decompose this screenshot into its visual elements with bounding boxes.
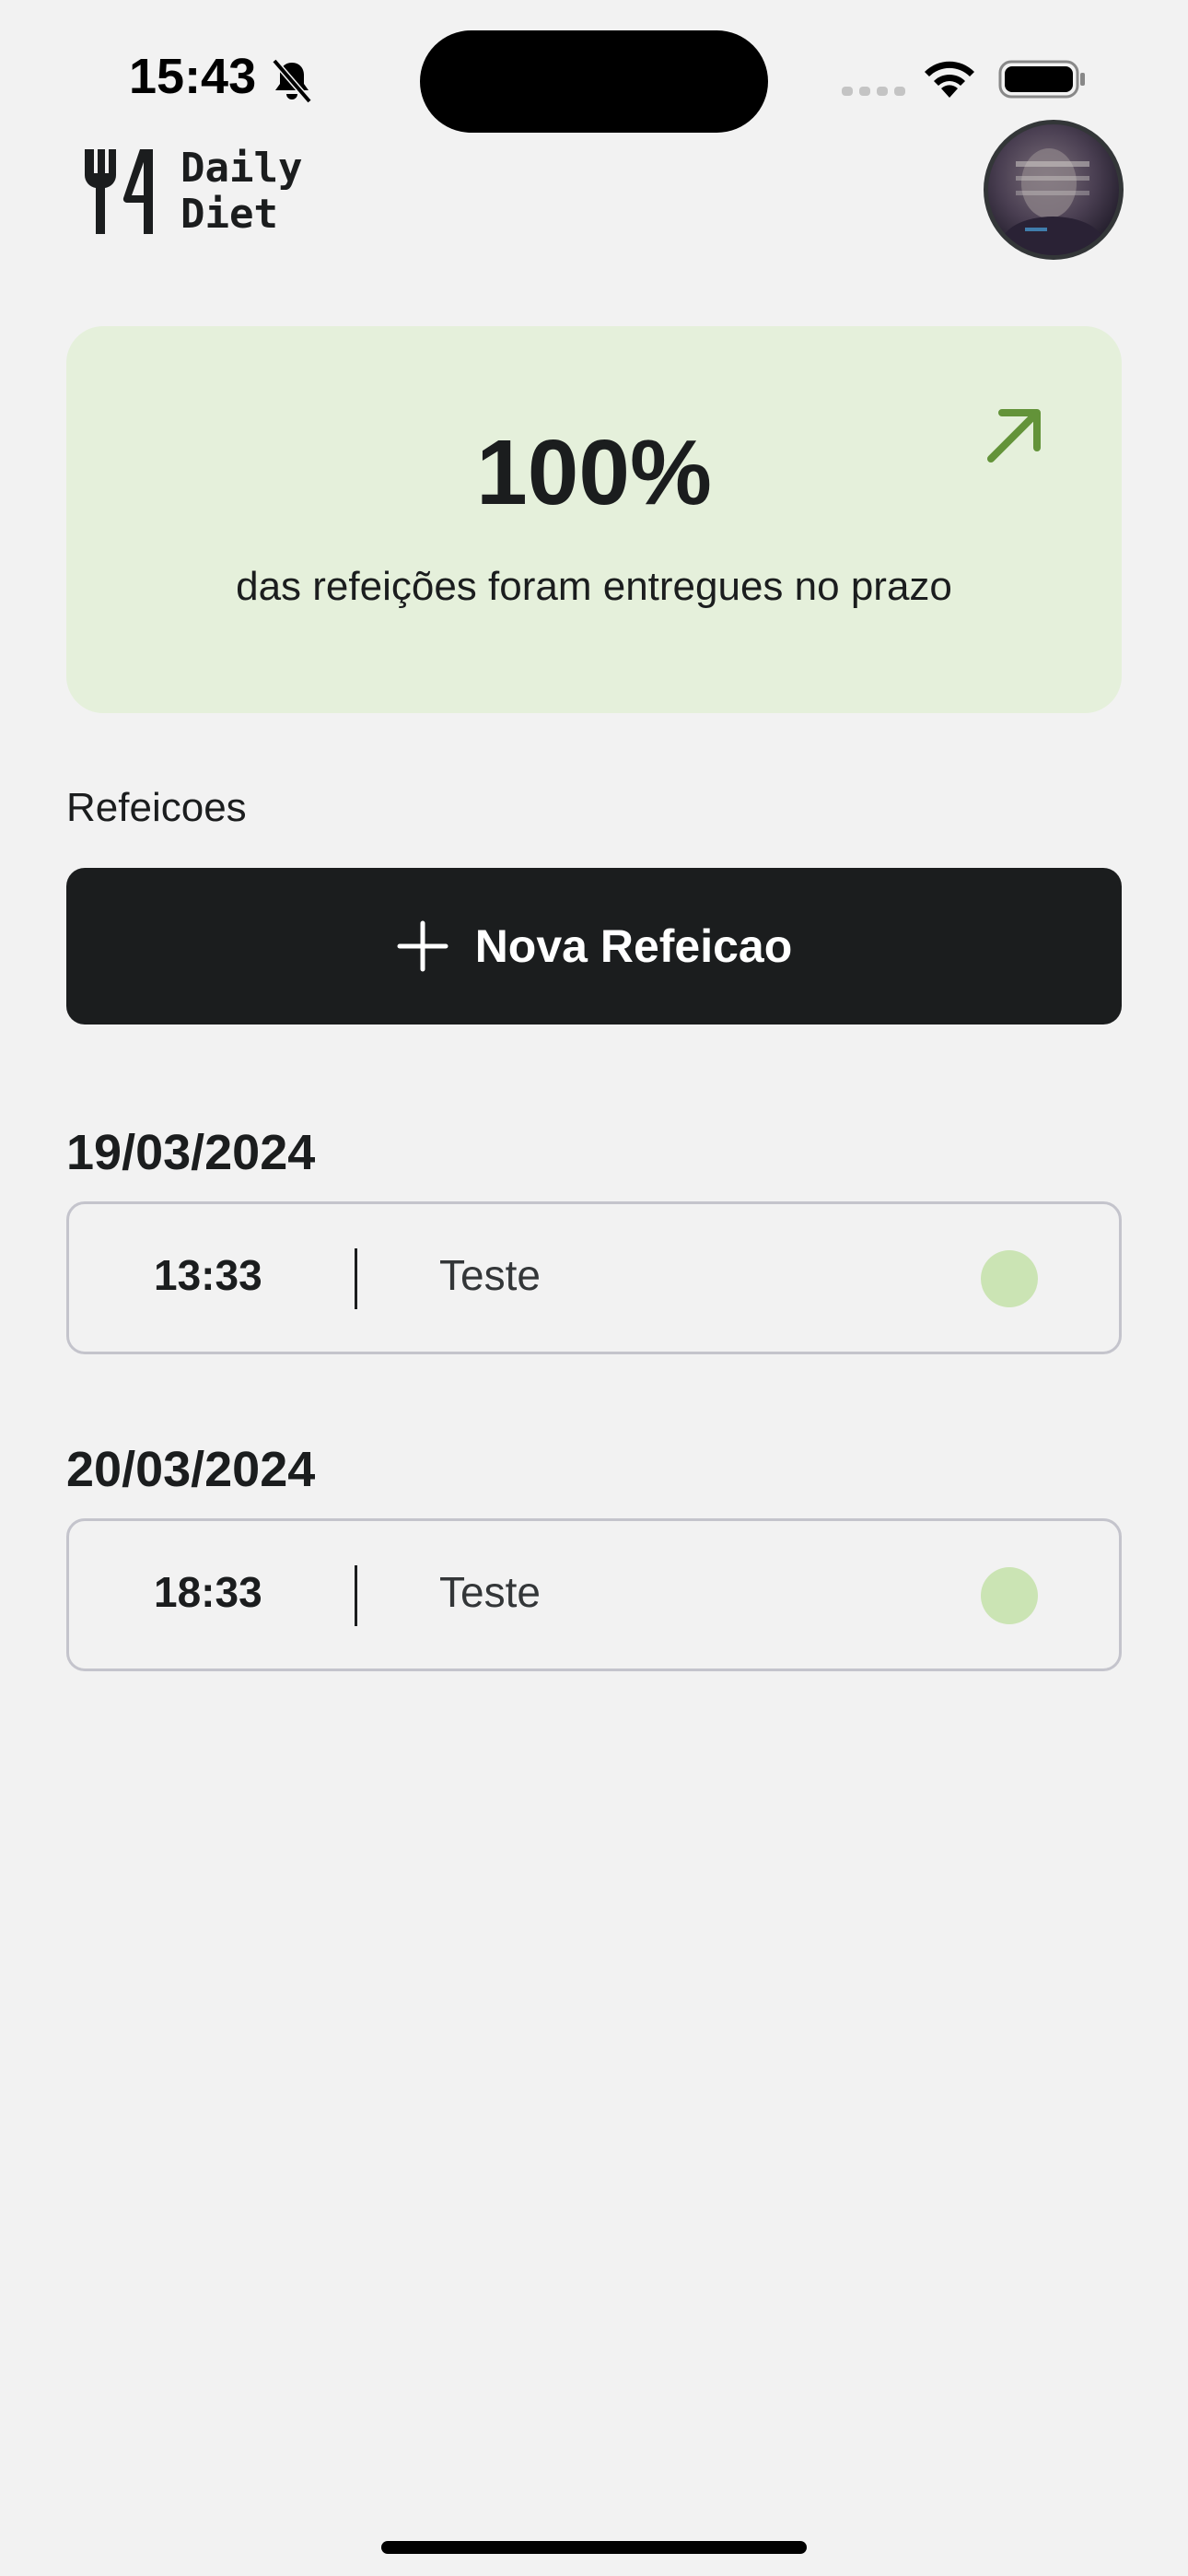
day-date: 19/03/2024 bbox=[66, 1125, 316, 1180]
bell-slash-icon bbox=[272, 58, 312, 104]
meal-time: 18:33 bbox=[154, 1568, 262, 1616]
app-logo-text: Daily Diet bbox=[181, 146, 302, 238]
meal-divider bbox=[355, 1248, 357, 1309]
meal-list-item[interactable]: 13:33 Teste bbox=[66, 1201, 1122, 1354]
logo-line-1: Daily bbox=[181, 145, 303, 192]
day-date: 20/03/2024 bbox=[66, 1442, 316, 1497]
dynamic-island bbox=[420, 30, 768, 133]
stats-caption: das refeições foram entregues no prazo bbox=[236, 564, 952, 609]
wifi-icon bbox=[925, 61, 974, 98]
meal-name: Teste bbox=[439, 1568, 541, 1616]
meal-list-item[interactable]: 18:33 Teste bbox=[66, 1518, 1122, 1671]
meal-divider bbox=[355, 1565, 357, 1626]
app-header: Daily Diet bbox=[0, 120, 1188, 267]
plus-icon bbox=[397, 920, 448, 972]
meal-name: Teste bbox=[439, 1251, 541, 1299]
battery-full-icon bbox=[998, 60, 1085, 99]
new-meal-button[interactable]: Nova Refeicao bbox=[66, 868, 1122, 1025]
arrow-up-right-icon[interactable] bbox=[982, 402, 1048, 468]
meal-time: 13:33 bbox=[154, 1251, 262, 1299]
fork-knife-icon bbox=[84, 149, 153, 234]
logo-line-2: Diet bbox=[181, 191, 278, 238]
avatar-photo bbox=[1001, 148, 1104, 255]
user-avatar[interactable] bbox=[984, 120, 1124, 260]
home-indicator bbox=[381, 2541, 807, 2554]
stats-percent: 100% bbox=[476, 421, 712, 524]
status-time: 15:43 bbox=[129, 49, 257, 104]
meal-status-dot bbox=[981, 1567, 1038, 1624]
cellular-signal-icon bbox=[842, 87, 905, 96]
stats-card[interactable]: 100% das refeições foram entregues no pr… bbox=[66, 326, 1122, 713]
meals-section-label: Refeicoes bbox=[66, 785, 247, 830]
meal-status-dot bbox=[981, 1250, 1038, 1307]
new-meal-button-label: Nova Refeicao bbox=[474, 920, 793, 972]
